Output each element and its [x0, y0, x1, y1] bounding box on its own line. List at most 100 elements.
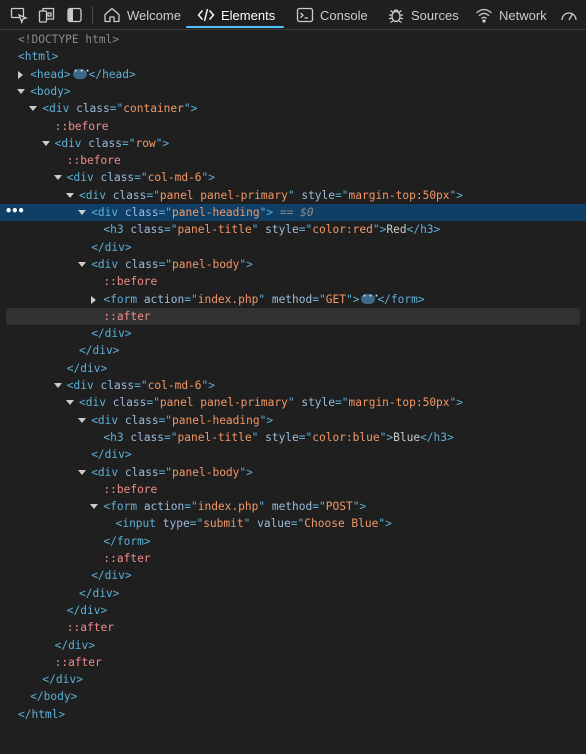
dom-node[interactable]: </div>	[0, 637, 586, 654]
pseudo-element: ::after	[103, 552, 151, 565]
dom-node[interactable]: <body>	[0, 83, 586, 100]
attribute-value: color:red	[312, 223, 373, 237]
tag-token: ="	[158, 465, 173, 479]
dom-node[interactable]: <h3 class="panel-title" style="color:blu…	[0, 429, 586, 446]
attribute-value: col-md-6	[147, 171, 202, 185]
tag-token: "	[251, 430, 266, 444]
doctype: <!DOCTYPE html>	[18, 33, 120, 46]
dom-node[interactable]: ::after	[0, 550, 586, 567]
attribute-value: panel-heading	[172, 413, 260, 427]
dom-node[interactable]: ::before	[0, 273, 586, 290]
dom-node[interactable]: <div class="panel panel-primary" style="…	[0, 187, 586, 204]
dom-node[interactable]: <div class="panel panel-primary" style="…	[0, 394, 586, 411]
tab-network[interactable]: Network	[475, 0, 547, 30]
tab-sources[interactable]: Sources	[387, 0, 459, 30]
collapse-triangle-icon[interactable]	[53, 169, 62, 186]
dom-node[interactable]: </html>	[0, 706, 586, 723]
active-tab-indicator	[186, 26, 284, 28]
dom-node[interactable]: </form>	[0, 533, 586, 550]
node-markup: <div class="panel-heading">	[91, 412, 273, 429]
dom-node[interactable]: <div class="row">	[0, 135, 586, 152]
collapse-triangle-icon[interactable]	[53, 377, 62, 394]
node-markup: <body>	[30, 83, 70, 100]
dom-node[interactable]: ::after	[0, 654, 586, 671]
dom-node[interactable]: ::before	[0, 481, 586, 498]
node-markup: </div>	[91, 325, 131, 342]
dom-node[interactable]: </div>	[0, 671, 586, 688]
node-markup: <form action="index.php" method="GET"></…	[103, 290, 424, 308]
dom-node[interactable]: <input type="submit" value="Choose Blue"…	[0, 515, 586, 532]
tag-token: <h3	[103, 430, 131, 444]
dom-node[interactable]: </div>	[0, 567, 586, 584]
dom-node[interactable]: <div class="container">	[0, 100, 586, 117]
tag-token: </div>	[91, 569, 132, 583]
tag-token: ">	[201, 171, 216, 185]
dom-node[interactable]: <div class="panel-body">	[0, 464, 586, 481]
node-markup: <!DOCTYPE html>	[18, 31, 119, 48]
tag-token: ="	[298, 223, 313, 237]
dom-node[interactable]: ::before	[0, 118, 586, 135]
dom-node[interactable]: <h3 class="panel-title" style="color:red…	[0, 221, 586, 238]
tag-token: ">	[449, 396, 464, 410]
attribute-value: panel-title	[177, 430, 252, 444]
dom-node[interactable]: </div>	[0, 360, 586, 377]
node-markup: <div class="panel panel-primary" style="…	[79, 187, 463, 204]
dock-sidebar-icon[interactable]	[66, 6, 84, 24]
collapsed-children-ellipsis[interactable]	[361, 290, 376, 304]
collapse-triangle-icon[interactable]	[65, 394, 74, 411]
dom-node[interactable]: </div>	[0, 602, 586, 619]
dom-node[interactable]: <div class="panel-body">	[0, 256, 586, 273]
dom-node[interactable]: <div class="col-md-6">	[0, 169, 586, 186]
attribute-value: panel-body	[172, 257, 240, 271]
expand-triangle-icon[interactable]	[16, 66, 24, 83]
collapse-triangle-icon[interactable]	[16, 83, 26, 100]
dom-node[interactable]: <form action="index.php" method="POST">	[0, 498, 586, 515]
tag-token: </h3>	[420, 430, 454, 444]
collapse-triangle-icon[interactable]	[28, 100, 38, 117]
dom-node[interactable]: <html>	[0, 48, 586, 65]
attribute-value: Choose Blue	[304, 517, 379, 531]
tab-performance[interactable]	[560, 0, 578, 30]
node-markup: ::after	[55, 654, 102, 671]
dom-node[interactable]: </div>	[0, 585, 586, 602]
dom-node[interactable]: </div>	[0, 446, 586, 463]
dom-node[interactable]: ::after	[0, 619, 586, 636]
tab-welcome[interactable]: Welcome	[103, 0, 181, 30]
inspect-element-icon[interactable]	[10, 6, 28, 24]
collapse-triangle-icon[interactable]	[77, 412, 87, 429]
dom-node[interactable]: <!DOCTYPE html>	[0, 31, 586, 48]
tab-console[interactable]: Console	[296, 0, 368, 30]
dom-node-selected[interactable]: ••• <div class="panel-heading"> == $0	[0, 204, 586, 221]
attribute-name: style	[265, 430, 299, 444]
dom-node[interactable]: ::after	[6, 307, 580, 325]
attribute-value: panel panel-primary	[159, 188, 288, 202]
dom-node[interactable]: </div>	[0, 342, 586, 359]
dom-node[interactable]: <div class="panel-heading">	[0, 412, 586, 429]
collapse-triangle-icon[interactable]	[41, 135, 50, 152]
node-markup: <input type="submit" value="Choose Blue"…	[116, 515, 392, 532]
tag-token: </head>	[88, 67, 136, 81]
node-markup: ::before	[55, 118, 109, 135]
attribute-name: class	[124, 413, 159, 427]
dom-node[interactable]: ::before	[0, 152, 586, 169]
dom-node[interactable]: <head> </head>	[0, 65, 586, 83]
node-actions-icon[interactable]: •••	[5, 204, 25, 219]
dom-node[interactable]: </body>	[0, 688, 586, 705]
node-markup: <form action="index.php" method="POST">	[103, 498, 366, 515]
collapse-triangle-icon[interactable]	[77, 464, 87, 481]
collapse-triangle-icon[interactable]	[89, 498, 99, 515]
tag-token: <h3	[103, 223, 131, 237]
attribute-name: class	[130, 223, 165, 237]
collapse-triangle-icon[interactable]	[77, 204, 87, 221]
attribute-name: value	[257, 517, 291, 531]
attribute-name: method	[271, 500, 313, 514]
collapse-triangle-icon[interactable]	[77, 256, 87, 273]
collapse-triangle-icon[interactable]	[65, 187, 74, 204]
dom-node[interactable]: <div class="col-md-6">	[0, 377, 586, 394]
device-emulation-icon[interactable]	[38, 6, 56, 24]
expand-triangle-icon[interactable]	[89, 291, 97, 308]
dom-node[interactable]: </div>	[0, 325, 586, 342]
collapsed-children-ellipsis[interactable]	[72, 65, 87, 79]
dom-node[interactable]: <form action="index.php" method="GET"></…	[0, 290, 586, 308]
dom-node[interactable]: </div>	[0, 239, 586, 256]
